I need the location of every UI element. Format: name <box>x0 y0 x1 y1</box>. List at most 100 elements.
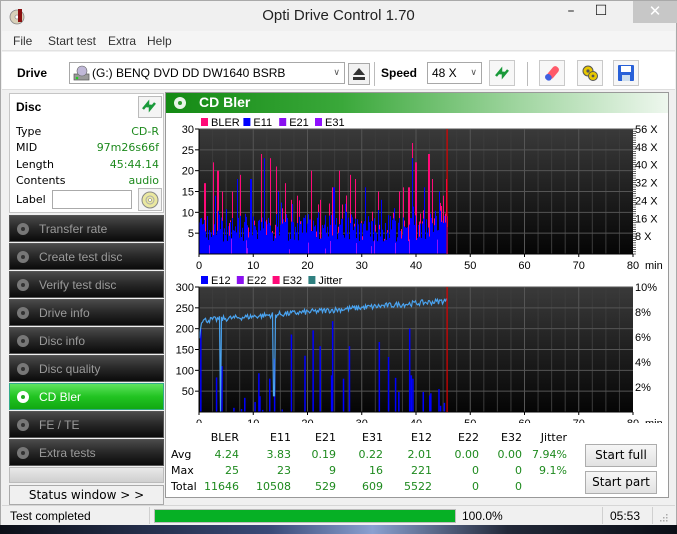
e11-bar <box>253 216 254 254</box>
e11-bar <box>379 229 380 254</box>
minimize-button[interactable]: – <box>556 1 586 23</box>
nav-item-extra-tests[interactable]: Extra tests <box>9 439 164 466</box>
bler-bar <box>248 227 249 238</box>
e11-bar <box>315 225 316 254</box>
disc-refresh-button[interactable] <box>138 96 162 118</box>
legend-label: Jitter <box>318 275 342 287</box>
nav-item-disc-quality[interactable]: Disc quality <box>9 355 164 382</box>
bler-bar <box>354 223 355 227</box>
e12-bar <box>422 392 425 412</box>
nav-item-drive-info[interactable]: Drive info <box>9 299 164 326</box>
e12-bar <box>438 389 440 412</box>
e11-bar <box>431 217 432 254</box>
e12-bar <box>348 346 351 412</box>
maximize-button[interactable]: ☐ <box>586 1 616 23</box>
e11-bar <box>220 229 221 254</box>
e11-bar <box>419 236 420 254</box>
e12-bar <box>342 378 345 412</box>
status-window-button[interactable]: Status window > > <box>9 485 164 505</box>
e12-bar <box>410 375 413 412</box>
e11-bar <box>270 225 271 254</box>
bler-bar <box>375 224 376 232</box>
e11-bar <box>432 223 433 254</box>
legend-label: E21 <box>289 117 309 129</box>
nav-item-fe-te[interactable]: FE / TE <box>9 411 164 438</box>
e11-bar <box>265 221 266 254</box>
menu-start-test[interactable]: Start test <box>48 34 96 48</box>
e11-bar <box>430 213 431 254</box>
menu-extra[interactable]: Extra <box>108 34 136 48</box>
nav-item-verify-test-disc[interactable]: Verify test disc <box>9 271 164 298</box>
e11-bar <box>392 220 393 254</box>
eject-button[interactable] <box>348 63 370 85</box>
nav-item-create-test-disc[interactable]: Create test disc <box>9 243 164 270</box>
close-button[interactable]: ✕ <box>633 1 677 23</box>
x-tick-label: 40 <box>410 260 422 272</box>
e12-bar <box>378 342 381 412</box>
e11-bar <box>342 218 343 254</box>
e11-bar <box>358 224 359 254</box>
e11-bar <box>266 235 267 254</box>
label-disc-button[interactable] <box>138 188 162 211</box>
e11-bar <box>402 235 403 254</box>
label-input[interactable] <box>52 190 132 209</box>
bler-bar <box>218 170 219 211</box>
e11-bar <box>305 215 306 254</box>
drive-select[interactable]: (G:) BENQ DVD DD DW1640 BSRB ∨ <box>69 62 345 84</box>
disc-test-icon <box>17 363 29 375</box>
menu-help[interactable]: Help <box>147 34 172 48</box>
disc-test-icon <box>17 223 29 235</box>
bler-bar <box>204 183 205 221</box>
e11-bar <box>316 237 317 254</box>
e11-bar <box>410 217 411 254</box>
legend-swatch <box>279 118 287 126</box>
e11-bar <box>327 226 328 254</box>
chevron-down-icon: ∨ <box>333 67 340 77</box>
nav-item-cd-bler[interactable]: CD Bler <box>9 383 164 410</box>
e11-bar <box>429 236 430 254</box>
start-full-button[interactable]: Start full <box>585 444 657 467</box>
save-button[interactable] <box>613 60 639 86</box>
e11-bar <box>263 228 264 254</box>
speed-select[interactable]: 48 X ∨ <box>427 62 482 84</box>
erase-button[interactable] <box>539 60 565 86</box>
refresh-speed-button[interactable] <box>489 60 515 86</box>
bler-bar <box>399 191 400 219</box>
e11-bar <box>367 230 368 254</box>
bler-bar <box>205 183 206 232</box>
stats-cell: 7.94% <box>532 448 567 461</box>
nav-item-disc-info[interactable]: Disc info <box>9 327 164 354</box>
resize-grip-icon[interactable] <box>658 512 668 522</box>
settings-button[interactable] <box>577 60 603 86</box>
y-tick-label: 150 <box>176 345 194 357</box>
bler-bar <box>428 154 429 228</box>
e11-bar <box>442 220 443 254</box>
e11-bar <box>288 240 289 254</box>
e11-bar <box>202 224 203 254</box>
e11-bar <box>217 230 218 254</box>
e11-bar <box>269 222 270 254</box>
bler-bar <box>346 195 347 212</box>
e21-bar <box>409 239 410 254</box>
e11-bar <box>321 238 322 254</box>
start-part-button[interactable]: Start part <box>585 471 657 494</box>
legend-label: BLER <box>211 117 240 129</box>
bler-bar <box>393 212 394 219</box>
nav-item-label: Verify test disc <box>39 278 117 292</box>
disc-test-icon <box>17 307 29 319</box>
refresh-icon <box>142 99 156 113</box>
nav-item-transfer-rate[interactable]: Transfer rate <box>9 215 164 242</box>
eject-icon <box>353 68 365 80</box>
e11-bar <box>378 210 379 254</box>
e11-bar <box>255 226 256 254</box>
e11-bar <box>297 223 298 254</box>
menu-file[interactable]: File <box>13 34 32 48</box>
legend-swatch <box>272 276 280 284</box>
e11-bar <box>403 217 404 254</box>
x-axis-unit: min <box>645 260 663 272</box>
e11-bar <box>360 223 361 254</box>
e11-bar <box>434 225 435 254</box>
y-tick-label: 200 <box>176 324 194 336</box>
y2-tick-label: 24 X <box>635 195 658 207</box>
x-tick-label: 30 <box>356 260 368 272</box>
